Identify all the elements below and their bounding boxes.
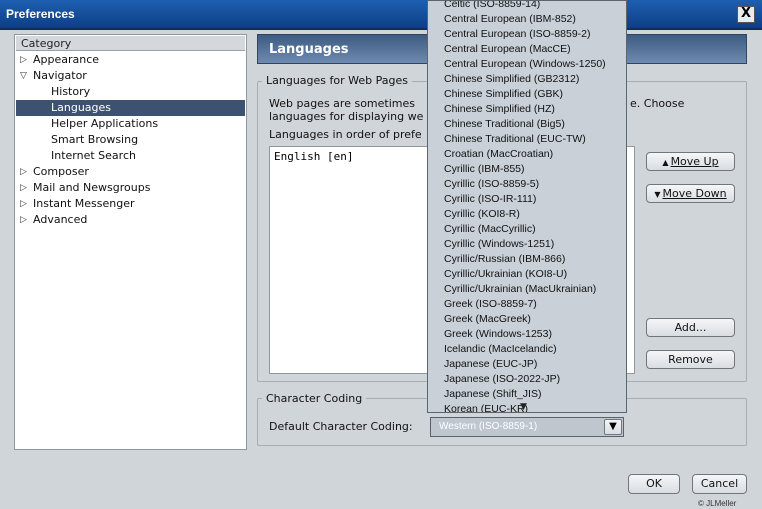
dropdown-option[interactable]: Chinese Simplified (HZ) [444,103,555,115]
dropdown-option[interactable]: Japanese (EUC-JP) [444,358,537,370]
category-header: Category [16,36,245,51]
expand-triangle-icon[interactable]: ▷ [20,52,27,68]
title-bar: Preferences X [0,0,762,30]
dropdown-option[interactable]: Chinese Traditional (Big5) [444,118,565,130]
dropdown-option[interactable]: Cyrillic (ISO-IR-111) [444,193,536,205]
expand-triangle-icon[interactable]: ▷ [20,212,27,228]
dropdown-option[interactable]: Croatian (MacCroatian) [444,148,553,160]
description-text-end: e. Choose [630,97,685,110]
tree-item-instant-messenger[interactable]: ▷ Instant Messenger [16,196,245,212]
tree-item-advanced[interactable]: ▷ Advanced [16,212,245,228]
web-pages-legend: Languages for Web Pages [262,74,412,87]
dropdown-option[interactable]: Central European (ISO-8859-2) [444,28,591,40]
dropdown-option[interactable]: Japanese (Shift_JIS) [444,388,541,400]
dropdown-option[interactable]: Korean (EUC-KR) [444,403,528,412]
dropdown-option[interactable]: Greek (MacGreek) [444,313,531,325]
dropdown-option[interactable]: Central European (Windows-1250) [444,58,606,70]
default-coding-label: Default Character Coding: [269,420,413,433]
expand-triangle-icon[interactable]: ▷ [20,180,27,196]
panel-title: Languages [269,42,349,57]
dropdown-option[interactable]: Cyrillic (KOI8-R) [444,208,520,220]
dropdown-option[interactable]: Greek (Windows-1253) [444,328,552,340]
tree-item-composer[interactable]: ▷ Composer [16,164,245,180]
dropdown-option[interactable]: Cyrillic (IBM-855) [444,163,525,175]
tree-item-languages[interactable]: Languages [16,100,245,116]
collapse-triangle-icon[interactable]: ▽ [20,68,27,84]
selected-coding-value: Western (ISO-8859-1) [439,421,538,432]
dropdown-option[interactable]: Central European (MacCE) [444,43,571,55]
copyright-text: © JLMeller [698,499,737,508]
dropdown-option[interactable]: Cyrillic (MacCyrillic) [444,223,536,235]
add-button[interactable]: Add... [646,318,735,337]
ok-button[interactable]: OK [628,474,680,494]
expand-triangle-icon[interactable]: ▷ [20,164,27,180]
tree-item-internet-search[interactable]: Internet Search [16,148,245,164]
dropdown-option[interactable]: Icelandic (MacIcelandic) [444,343,557,355]
character-coding-legend: Character Coding [262,392,367,405]
expand-triangle-icon[interactable]: ▷ [20,196,27,212]
dropdown-option[interactable]: Cyrillic/Ukrainian (MacUkrainian) [444,283,596,295]
dropdown-option[interactable]: Chinese Traditional (EUC-TW) [444,133,586,145]
remove-button[interactable]: Remove [646,350,735,369]
close-button[interactable]: X [737,6,755,23]
list-item[interactable]: English [en] [274,150,353,163]
down-triangle-icon: ▼ [654,190,661,199]
character-coding-dropdown[interactable]: Celtic (ISO-8859-14) Central European (I… [427,0,627,413]
dropdown-option[interactable]: Greek (ISO-8859-7) [444,298,537,310]
tree-item-mail-newsgroups[interactable]: ▷ Mail and Newsgroups [16,180,245,196]
cancel-button[interactable]: Cancel [692,474,747,494]
languages-list-label: Languages in order of prefe [269,128,422,141]
tree-item-history[interactable]: History [16,84,245,100]
description-text: Web pages are sometimes [269,97,415,110]
dropdown-option[interactable]: Celtic (ISO-8859-14) [444,1,540,10]
tree-item-smart-browsing[interactable]: Smart Browsing [16,132,245,148]
dropdown-option[interactable]: Chinese Simplified (GB2312) [444,73,579,85]
dropdown-arrow-icon[interactable]: ▼ [604,419,622,435]
dropdown-option[interactable]: Cyrillic (Windows-1251) [444,238,554,250]
dropdown-option[interactable]: Cyrillic/Ukrainian (KOI8-U) [444,268,567,280]
dropdown-option[interactable]: Central European (IBM-852) [444,13,576,25]
character-coding-select[interactable]: Western (ISO-8859-1) ▼ [430,417,624,437]
tree-item-helper-applications[interactable]: Helper Applications [16,116,245,132]
dropdown-option[interactable]: Cyrillic (ISO-8859-5) [444,178,539,190]
up-triangle-icon: ▲ [662,158,669,167]
description-text-line2: languages for displaying we [269,110,424,123]
dropdown-option[interactable]: Cyrillic/Russian (IBM-866) [444,253,565,265]
tree-item-navigator[interactable]: ▽ Navigator [16,68,245,84]
tree-item-appearance[interactable]: ▷ Appearance [16,52,245,68]
dropdown-option[interactable]: Japanese (ISO-2022-JP) [444,373,560,385]
move-down-button[interactable]: ▼ Move Down [646,184,735,203]
window-title: Preferences [6,7,75,21]
category-tree: Category ▷ Appearance ▽ Navigator Histor… [14,34,247,450]
scroll-down-arrow-icon[interactable]: ▼ [520,402,527,412]
dropdown-option[interactable]: Chinese Simplified (GBK) [444,88,563,100]
move-up-button[interactable]: ▲ Move Up [646,152,735,171]
